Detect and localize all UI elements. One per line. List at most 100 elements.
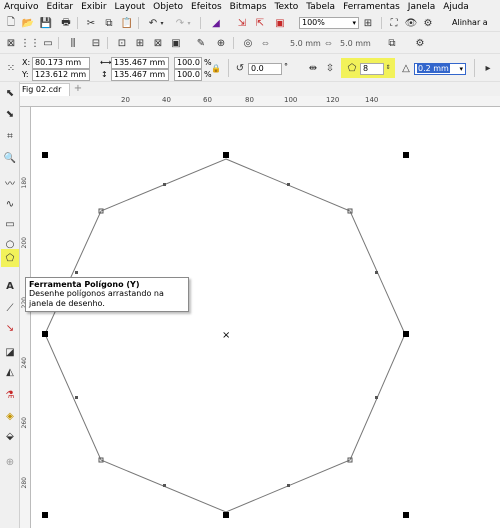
guides-icon[interactable]: ⫼ — [65, 35, 81, 51]
search-content-icon[interactable]: ◢ — [208, 15, 224, 31]
full-screen-icon[interactable]: ⛶ — [386, 15, 402, 31]
snap-guides-icon[interactable]: ⊠ — [150, 35, 166, 51]
polygon-sides-field[interactable]: 8 — [360, 63, 384, 75]
more-options-icon[interactable]: ▸ — [480, 60, 496, 76]
snap-page-icon[interactable]: ▣ — [168, 35, 184, 51]
menu-item-ajuda[interactable]: Ajuda — [439, 0, 473, 14]
vertical-ruler[interactable]: 180200220240260280 — [20, 107, 31, 528]
height-field[interactable]: 135.467 mm — [111, 69, 169, 81]
redo-dropdown-icon[interactable]: ▾ — [185, 15, 193, 31]
transparency-icon[interactable]: ◭ — [2, 364, 18, 380]
y-position-field[interactable]: 123.612 mm — [32, 69, 90, 81]
standard-toolbar: 🗋 📂 💾 🖶 ✂ ⧉ 📋 ↶ ▾ ↷ ▾ ◢ ⇲ ⇱ ▣ 100% ▾ ⊞ ⛶ … — [0, 14, 500, 32]
import-icon[interactable]: ⇲ — [234, 15, 250, 31]
settings-gear-icon[interactable]: ⚙ — [412, 35, 428, 51]
cut-icon[interactable]: ✂ — [83, 15, 99, 31]
mirror-vertical-icon[interactable]: ⇳ — [322, 60, 338, 76]
tooltip-title: Ferramenta Polígono (Y) — [29, 280, 140, 289]
drop-shadow-icon[interactable]: ◪ — [2, 344, 18, 360]
export-icon[interactable]: ⇱ — [252, 15, 268, 31]
print-icon[interactable]: 🖶 — [58, 15, 74, 31]
pen-icon[interactable]: ✎ — [193, 35, 209, 51]
freehand-tool-icon[interactable]: 〰 — [2, 174, 18, 190]
pick-tool-icon[interactable]: ⬉ — [2, 85, 18, 101]
object-origin-icon[interactable]: ⁙ — [3, 60, 19, 76]
scale-y-field[interactable]: 100.0 — [174, 69, 202, 81]
rectangle-tool-icon[interactable]: ▭ — [2, 216, 18, 232]
paste-icon[interactable]: 📋 — [119, 15, 135, 31]
smart-fill-icon[interactable]: ⬙ — [2, 428, 18, 444]
ruler-tick-label: 40 — [162, 96, 171, 104]
nudge-distance-1[interactable]: 5.0 mm — [290, 39, 321, 48]
dimension-tool-icon[interactable]: ⟋ — [2, 300, 18, 316]
scale-x-field[interactable]: 100.0 — [174, 57, 202, 69]
lock-icon[interactable]: ⊕ — [213, 35, 229, 51]
publish-pdf-icon[interactable]: ▣ — [272, 15, 288, 31]
nudge-distance-2[interactable]: 5.0 mm — [340, 39, 371, 48]
zoom-fit-icon[interactable]: ⊞ — [360, 15, 376, 31]
crop-tool-icon[interactable]: ⌗ — [2, 128, 18, 144]
toolbox: ⬉ ⬊ ⌗ 🔍 〰 ∿ ▭ ○ ⬠ A ⟋ ↘ ◪ ◭ ⚗ ◈ ⬙ ⊕ — [0, 82, 20, 528]
shape-tool-icon[interactable]: ⬊ — [2, 106, 18, 122]
zoom-tool-icon[interactable]: 🔍 — [2, 150, 18, 166]
add-tool-icon[interactable]: ⊕ — [2, 454, 18, 470]
chevron-down-icon: ▾ — [352, 19, 356, 27]
new-document-icon[interactable]: 🗋 — [3, 15, 19, 31]
open-icon[interactable]: 📂 — [20, 15, 36, 31]
mirror-horizontal-icon[interactable]: ⇹ — [305, 60, 321, 76]
ruler-tick-label: 180 — [21, 177, 28, 189]
x-position-field[interactable]: 80.173 mm — [32, 57, 90, 69]
ruler-tick-label: 140 — [365, 96, 379, 104]
artistic-media-icon[interactable]: ∿ — [2, 196, 18, 212]
menu-item-efeitos[interactable]: Efeitos — [187, 0, 226, 14]
rotate-icon: ↺ — [235, 62, 245, 74]
page-icon[interactable]: ▭ — [40, 35, 56, 51]
crop-icon[interactable]: ⊠ — [3, 35, 19, 51]
width-icon: ⟷ — [100, 58, 112, 67]
snap-objects-icon[interactable]: ⊡ — [114, 35, 130, 51]
connector-tool-icon[interactable]: ↘ — [2, 320, 18, 336]
menu-item-editar[interactable]: Editar — [42, 0, 77, 14]
grid-icon[interactable]: ⋮⋮ — [20, 35, 40, 51]
view-options-icon[interactable]: 👁 — [403, 15, 419, 31]
zoom-level-select[interactable]: 100% ▾ — [299, 17, 359, 29]
menu-item-janela[interactable]: Janela — [404, 0, 439, 14]
outline-width-select[interactable]: 0.2 mm ▾ — [414, 63, 466, 75]
undo-dropdown-icon[interactable]: ▾ — [158, 15, 166, 31]
menu-bar: Arquivo Editar Exibir Layout Objeto Efeitos Bi… — [0, 0, 500, 14]
copy-icon[interactable]: ⧉ — [101, 15, 117, 31]
save-icon[interactable]: 💾 — [38, 15, 54, 31]
menu-item-texto[interactable]: Texto — [271, 0, 303, 14]
duplicate-distance-icon[interactable]: ⧉ — [384, 35, 400, 51]
tab-document[interactable]: Fig 02.cdr — [18, 83, 70, 96]
menu-item-exibir[interactable]: Exibir — [77, 0, 110, 14]
menu-item-bitmaps[interactable]: Bitmaps — [226, 0, 271, 14]
drawing-canvas[interactable]: × — [31, 107, 500, 528]
align-to-label[interactable]: Alinhar a — [452, 18, 488, 27]
text-tool-icon[interactable]: A — [2, 278, 18, 294]
eyedropper-icon[interactable]: ⚗ — [2, 387, 18, 403]
horizontal-ruler[interactable]: 20 40 60 80 100 120 140 — [20, 96, 500, 107]
interactive-fill-icon[interactable]: ◈ — [2, 408, 18, 424]
dynamic-guides-icon[interactable]: ◎ — [240, 35, 256, 51]
polygon-sides-icon: ⬠ — [347, 62, 357, 74]
menu-item-layout[interactable]: Layout — [111, 0, 150, 14]
options-icon[interactable]: ⚙ — [420, 15, 436, 31]
menu-item-ferramentas[interactable]: Ferramentas — [339, 0, 404, 14]
menu-item-objeto[interactable]: Objeto — [149, 0, 187, 14]
add-tab-icon[interactable]: + — [72, 82, 84, 95]
document-tabs: Fig 02.cdr + — [0, 82, 500, 96]
rotation-angle-field[interactable]: 0.0 — [248, 63, 282, 75]
width-field[interactable]: 135.467 mm — [111, 57, 169, 69]
menu-item-arquivo[interactable]: Arquivo — [0, 0, 42, 14]
align-icon[interactable]: ⊟ — [88, 35, 104, 51]
lock-ratio-icon[interactable]: 🔒 — [208, 60, 224, 76]
snap-grid-icon[interactable]: ⊞ — [132, 35, 148, 51]
polygon-tool-icon[interactable]: ⬠ — [2, 250, 18, 266]
ruler-tick-label: 200 — [21, 237, 28, 249]
menu-item-tabela[interactable]: Tabela — [302, 0, 339, 14]
x-label: X: — [22, 58, 31, 67]
layout-toolbar: ⊠ ⋮⋮ ▭ ⫼ ⊟ ⊡ ⊞ ⊠ ▣ ✎ ⊕ ◎ ⇔ 5.0 mm ⇔ 5.0 … — [0, 32, 500, 54]
ruler-tick-label: 100 — [284, 96, 298, 104]
spin-arrows-icon[interactable]: ⇕ — [384, 59, 392, 75]
